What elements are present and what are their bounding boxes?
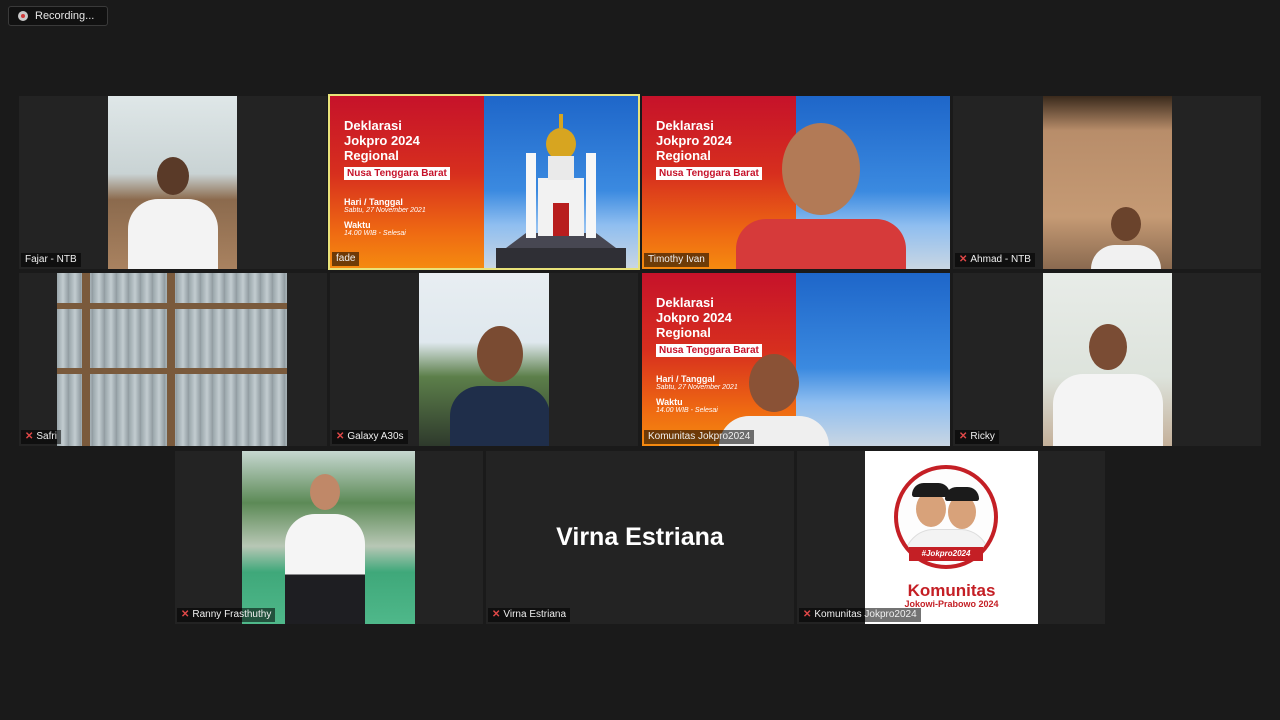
logo-brand: Komunitas	[907, 581, 996, 600]
participant-name-tag: ✕ Ahmad - NTB	[955, 253, 1035, 267]
participant-name-tag: ✕ Safri	[21, 430, 61, 444]
video-tile-timothy[interactable]: Deklarasi Jokpro 2024 Regional Nusa Tengga…	[642, 96, 950, 269]
mic-muted-icon: ✕	[803, 609, 812, 620]
monument-graphic	[496, 114, 626, 268]
video-tile-ranny[interactable]: ✕ Ranny Frasthuthy	[175, 451, 483, 624]
mic-muted-icon: ✕	[492, 609, 501, 620]
mic-muted-icon: ✕	[25, 431, 34, 442]
video-feed	[242, 451, 415, 624]
record-icon	[18, 11, 28, 21]
video-tile-fajar[interactable]: Fajar - NTB	[19, 96, 327, 269]
video-feed	[419, 273, 549, 446]
slide-region: Nusa Tenggara Barat	[344, 167, 450, 180]
participant-figure	[127, 157, 218, 269]
participant-name-tag: fade	[332, 252, 360, 266]
event-slide: Deklarasi Jokpro 2024 Regional Nusa Tengga…	[330, 96, 638, 268]
mic-muted-icon: ✕	[336, 431, 345, 442]
participant-name-tag: ✕ Galaxy A30s	[332, 430, 408, 444]
mic-muted-icon: ✕	[959, 431, 968, 442]
participant-name-tag: ✕ Ranny Frasthuthy	[177, 608, 276, 622]
video-feed	[108, 96, 237, 269]
video-tile-ahmad[interactable]: ✕ Ahmad - NTB	[953, 96, 1261, 269]
participant-name-tag: ✕ Ricky	[955, 430, 999, 444]
video-tile-komunitas-2[interactable]: #Jokpro2024 Komunitas Jokowi-Prabowo 202…	[797, 451, 1105, 624]
participant-name-tag: Timothy Ivan	[644, 253, 709, 267]
slide-title: Deklarasi Jokpro 2024 Regional	[344, 118, 420, 163]
participant-name-tag: Komunitas Jokpro2024	[644, 430, 755, 444]
video-tile-safri[interactable]: ✕ Safri	[19, 273, 327, 446]
participant-name-tag: ✕ Komunitas Jokpro2024	[799, 608, 921, 622]
recording-label: Recording...	[35, 10, 95, 22]
video-feed	[1043, 96, 1172, 269]
logo-hashtag: #Jokpro2024	[909, 547, 983, 561]
video-tile-virna[interactable]: Virna Estriana ✕ Virna Estriana	[486, 451, 794, 624]
participant-name-tag: Fajar - NTB	[21, 253, 81, 267]
recording-indicator[interactable]: Recording...	[8, 6, 108, 26]
video-tile-ricky[interactable]: ✕ Ricky	[953, 273, 1261, 446]
video-tile-fade[interactable]: Deklarasi Jokpro 2024 Regional Nusa Tengga…	[328, 94, 640, 270]
mic-muted-icon: ✕	[959, 254, 968, 265]
community-logo: #Jokpro2024 Komunitas Jokowi-Prabowo 202…	[865, 451, 1038, 624]
video-feed	[57, 273, 287, 446]
participant-name-tag: ✕ Virna Estriana	[488, 608, 571, 622]
video-feed	[1043, 273, 1172, 446]
mic-muted-icon: ✕	[181, 609, 190, 620]
video-tile-galaxy[interactable]: ✕ Galaxy A30s	[330, 273, 638, 446]
participant-display-name: Virna Estriana	[556, 523, 724, 551]
video-tile-komunitas-1[interactable]: Deklarasi Jokpro 2024 Regional Nusa Tengga…	[642, 273, 950, 446]
participant-figure	[735, 123, 906, 269]
